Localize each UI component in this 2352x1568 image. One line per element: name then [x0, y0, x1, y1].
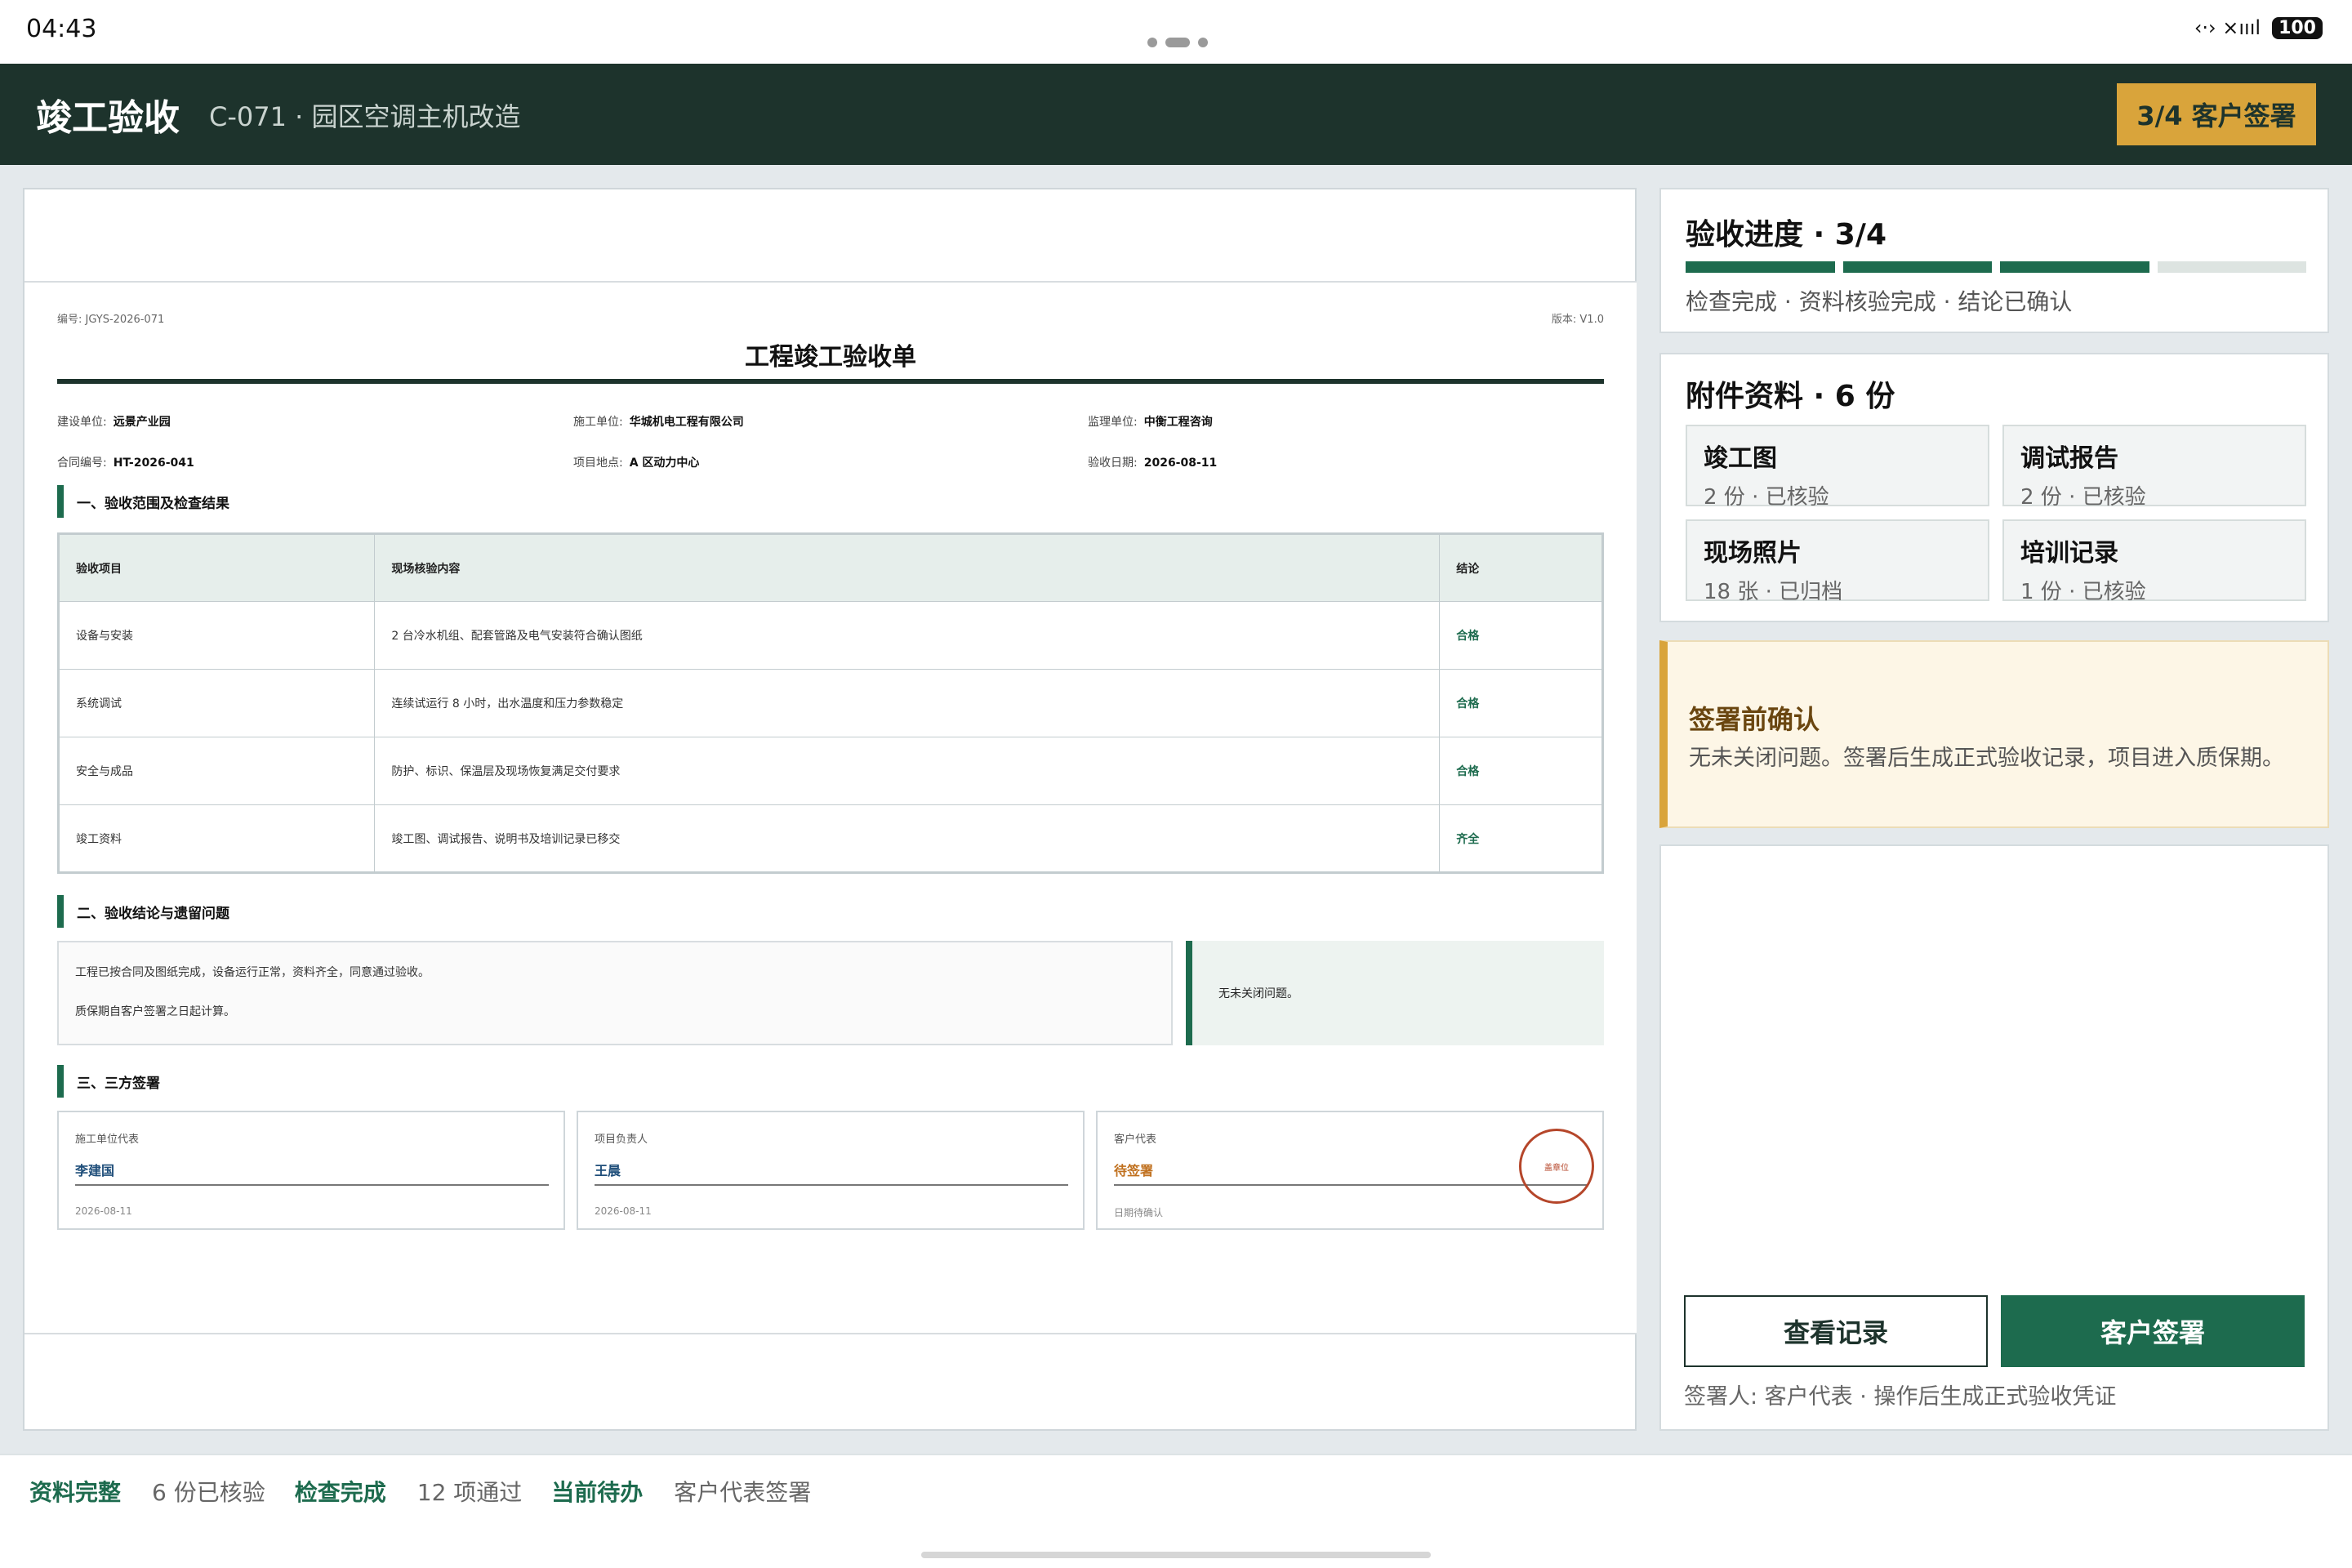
meta-supervisor: 监理单位: 中衡工程咨询	[1088, 416, 1213, 429]
status-bar: 04:43 ‹·› ×ıııl 100	[0, 0, 2352, 64]
signature-contractor: 施工单位代表 李建国 2026-08-11	[57, 1111, 565, 1230]
footer-status-value: 12 项通过	[416, 1479, 523, 1506]
open-issues-box: 无未关闭问题。	[1186, 941, 1604, 1045]
signer-date: 2026-08-11	[75, 1205, 132, 1217]
conclusion-text: 工程已按合同及图纸完成，设备运行正常，资料齐全，同意通过验收。	[75, 966, 430, 979]
column-header: 验收项目	[57, 533, 376, 602]
item-cell: 系统调试	[57, 669, 376, 737]
table-header-row: 验收项目 现场核验内容 结论	[57, 533, 1603, 602]
content-cell: 连续试运行 8 小时，出水温度和压力参数稳定	[374, 669, 1441, 737]
footer-status-key: 当前待办	[551, 1479, 644, 1506]
signer-role: 项目负责人	[595, 1134, 648, 1146]
signature-customer[interactable]: 客户代表 待签署 日期待确认 盖章位	[1096, 1111, 1604, 1230]
content-cell: 防护、标识、保温层及现场恢复满足交付要求	[374, 737, 1441, 805]
result-cell: 合格	[1439, 669, 1603, 737]
result-cell: 齐全	[1439, 804, 1603, 873]
attachment-item[interactable]: 竣工图 2 份 · 已核验	[1686, 425, 1989, 510]
signer-date: 2026-08-11	[595, 1205, 652, 1217]
attachment-info: 18 张 · 已归档	[1704, 580, 1843, 604]
attachment-info: 2 份 · 已核验	[1704, 485, 1829, 510]
project-subtitle: C-071 · 园区空调主机改造	[209, 101, 521, 132]
attachment-name: 培训记录	[2020, 539, 2118, 568]
attachment-name: 调试报告	[2020, 444, 2118, 473]
home-indicator[interactable]	[921, 1552, 1431, 1558]
progress-card: 验收进度 · 3/4 检查完成 · 资料核验完成 · 结论已确认	[1659, 188, 2329, 333]
signer-role: 施工单位代表	[75, 1134, 140, 1146]
acceptance-document: 编号: JGYS-2026-071 版本: V1.0 工程竣工验收单 建设单位:…	[24, 281, 1637, 1334]
view-records-button[interactable]: 查看记录	[1684, 1295, 1988, 1367]
signer-name: 李建国	[75, 1160, 549, 1186]
meta-owner: 建设单位: 远景产业园	[57, 416, 171, 429]
footer-status-bar: 资料完整 6 份已核验 检查完成 12 项通过 当前待办 客户代表签署	[0, 1454, 2352, 1568]
attachments-title: 附件资料 · 6 份	[1686, 380, 1895, 413]
warranty-text: 质保期自客户签署之日起计算。	[75, 1005, 235, 1018]
signer-date: 日期待确认	[1114, 1207, 1164, 1218]
table-row: 设备与安装 2 台冷水机组、配套管路及电气安装符合确认图纸 合格	[57, 601, 1603, 670]
progress-step	[1842, 261, 1992, 273]
attachment-info: 1 份 · 已核验	[2020, 580, 2146, 604]
column-header: 现场核验内容	[374, 533, 1441, 602]
meta-location: 项目地点: A 区动力中心	[573, 457, 700, 470]
footer-status-value: 客户代表签署	[674, 1479, 812, 1506]
attachments-card: 附件资料 · 6 份 竣工图 2 份 · 已核验 调试报告 2 份 · 已核验 …	[1659, 353, 2329, 622]
item-cell: 竣工资料	[57, 804, 376, 873]
inspection-table: 验收项目 现场核验内容 结论 设备与安装 2 台冷水机组、配套管路及电气安装符合…	[57, 532, 1604, 874]
notice-text: 无未关闭问题。签署后生成正式验收记录，项目进入质保期。	[1689, 746, 2284, 771]
section-heading-conclusion: 二、验收结论与遗留问题	[57, 895, 229, 928]
progress-summary: 检查完成 · 资料核验完成 · 结论已确认	[1686, 288, 2073, 315]
attachment-item[interactable]: 调试报告 2 份 · 已核验	[2002, 425, 2306, 510]
signer-role: 客户代表	[1114, 1134, 1157, 1146]
signer-note: 签署人: 客户代表 · 操作后生成正式验收凭证	[1684, 1384, 2117, 1410]
document-version: 版本: V1.0	[1551, 314, 1604, 326]
section-heading-signatures: 三、三方签署	[57, 1065, 160, 1098]
step-badge[interactable]: 3/4 客户签署	[2117, 83, 2316, 145]
title-rule	[57, 379, 1604, 384]
meta-contract: 合同编号: HT-2026-041	[57, 457, 194, 470]
battery-icon: 100	[2272, 16, 2323, 39]
signer-name: 王晨	[595, 1160, 1068, 1186]
item-cell: 安全与成品	[57, 737, 376, 805]
multitask-indicator[interactable]	[1147, 38, 1208, 47]
progress-step	[2157, 261, 2306, 273]
content-cell: 竣工图、调试报告、说明书及培训记录已移交	[374, 804, 1441, 873]
signature-project-lead: 项目负责人 王晨 2026-08-11	[577, 1111, 1085, 1230]
column-header: 结论	[1439, 533, 1603, 602]
progress-step	[1686, 261, 1835, 273]
progress-bar	[1686, 261, 2306, 273]
table-row: 安全与成品 防护、标识、保温层及现场恢复满足交付要求 合格	[57, 737, 1603, 805]
attachment-name: 竣工图	[1704, 444, 1777, 473]
meta-contractor: 施工单位: 华城机电工程有限公司	[573, 416, 744, 429]
footer-status-key: 资料完整	[29, 1479, 122, 1506]
notice-title: 签署前确认	[1689, 704, 1820, 735]
table-row: 竣工资料 竣工图、调试报告、说明书及培训记录已移交 齐全	[57, 804, 1603, 873]
section-heading-scope: 一、验收范围及检查结果	[57, 485, 229, 518]
result-cell: 合格	[1439, 737, 1603, 805]
progress-step	[2000, 261, 2149, 273]
attachments-grid: 竣工图 2 份 · 已核验 调试报告 2 份 · 已核验 现场照片 18 张 ·…	[1686, 425, 2306, 604]
attachment-info: 2 份 · 已核验	[2020, 485, 2146, 510]
result-cell: 合格	[1439, 601, 1603, 670]
status-time: 04:43	[26, 15, 97, 43]
signer-name-pending: 待签署	[1114, 1160, 1588, 1186]
attachment-item[interactable]: 现场照片 18 张 · 已归档	[1686, 519, 1989, 604]
item-cell: 设备与安装	[57, 601, 376, 670]
attachment-name: 现场照片	[1704, 539, 1802, 568]
conclusion-box: 工程已按合同及图纸完成，设备运行正常，资料齐全，同意通过验收。 质保期自客户签署…	[57, 941, 1173, 1045]
document-number: 编号: JGYS-2026-071	[57, 314, 165, 326]
footer-status-value: 6 份已核验	[152, 1479, 265, 1506]
progress-title: 验收进度 · 3/4	[1686, 218, 1886, 252]
table-row: 系统调试 连续试运行 8 小时，出水温度和压力参数稳定 合格	[57, 669, 1603, 737]
customer-sign-button[interactable]: 客户签署	[2001, 1295, 2305, 1367]
signal-icon: ‹·› ×ıııl	[2194, 16, 2261, 39]
meta-date: 验收日期: 2026-08-11	[1088, 457, 1218, 470]
content-cell: 2 台冷水机组、配套管路及电气安装符合确认图纸	[374, 601, 1441, 670]
seal-placeholder[interactable]: 盖章位	[1519, 1129, 1594, 1204]
app-header: 竣工验收 C-071 · 园区空调主机改造 3/4 客户签署	[0, 64, 2352, 165]
attachment-item[interactable]: 培训记录 1 份 · 已核验	[2002, 519, 2306, 604]
status-icons: ‹·› ×ıııl 100	[2194, 16, 2323, 39]
pre-sign-notice: 签署前确认 无未关闭问题。签署后生成正式验收记录，项目进入质保期。	[1659, 640, 2329, 828]
footer-status-key: 检查完成	[294, 1479, 386, 1506]
page-title: 竣工验收	[36, 97, 180, 139]
document-title: 工程竣工验收单	[745, 343, 916, 372]
